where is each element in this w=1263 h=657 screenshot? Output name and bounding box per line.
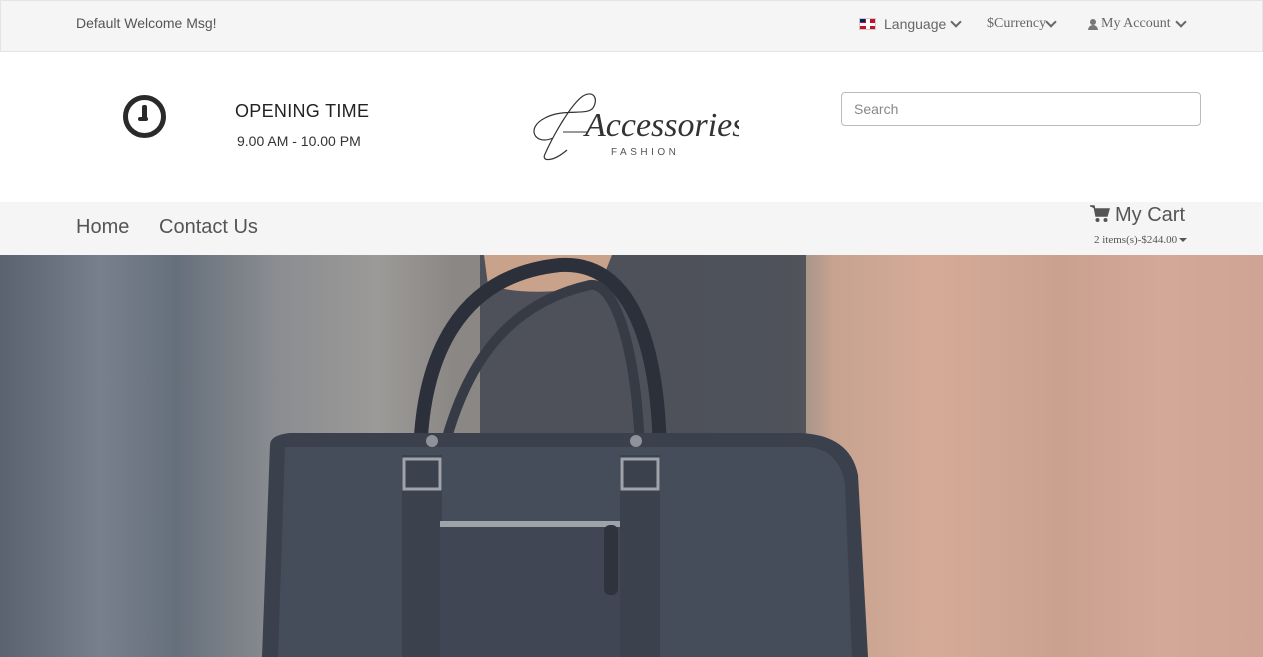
site-logo[interactable]: Accessories FASHION <box>523 88 746 164</box>
nav-item-contact-us[interactable]: Contact Us <box>159 216 258 239</box>
cart-summary[interactable]: 2 items(s)-$244.00 <box>1094 234 1188 246</box>
chevron-down-icon <box>1045 16 1057 28</box>
my-account-label: My Account <box>1101 16 1171 31</box>
language-dropdown[interactable]: Language <box>859 16 962 32</box>
hero-bag-image <box>262 255 868 657</box>
currency-label: $Currency <box>987 16 1047 31</box>
search-input[interactable] <box>841 92 1201 126</box>
opening-time-title: OPENING TIME <box>235 101 370 121</box>
cart-icon[interactable] <box>1090 205 1110 223</box>
clock-icon <box>123 95 166 138</box>
caret-down-icon <box>1179 238 1188 242</box>
nav-item-home[interactable]: Home <box>76 216 129 239</box>
my-account-dropdown[interactable]: My Account <box>1088 16 1187 32</box>
currency-dropdown[interactable]: $Currency <box>987 16 1057 32</box>
chevron-down-icon <box>1174 16 1187 28</box>
user-icon <box>1088 18 1098 30</box>
logo-subtext: FASHION <box>611 147 679 158</box>
cart-summary-text: 2 items(s)-$244.00 <box>1094 234 1178 246</box>
chevron-down-icon <box>950 16 962 28</box>
welcome-message: Default Welcome Msg! <box>76 15 217 31</box>
language-label: Language <box>884 16 947 32</box>
opening-hours: 9.00 AM - 10.00 PM <box>237 133 361 149</box>
hero-banner <box>0 255 1263 657</box>
logo-text: Accessories <box>583 107 739 144</box>
my-cart-title[interactable]: My Cart <box>1115 204 1185 227</box>
uk-flag-icon <box>859 18 876 30</box>
